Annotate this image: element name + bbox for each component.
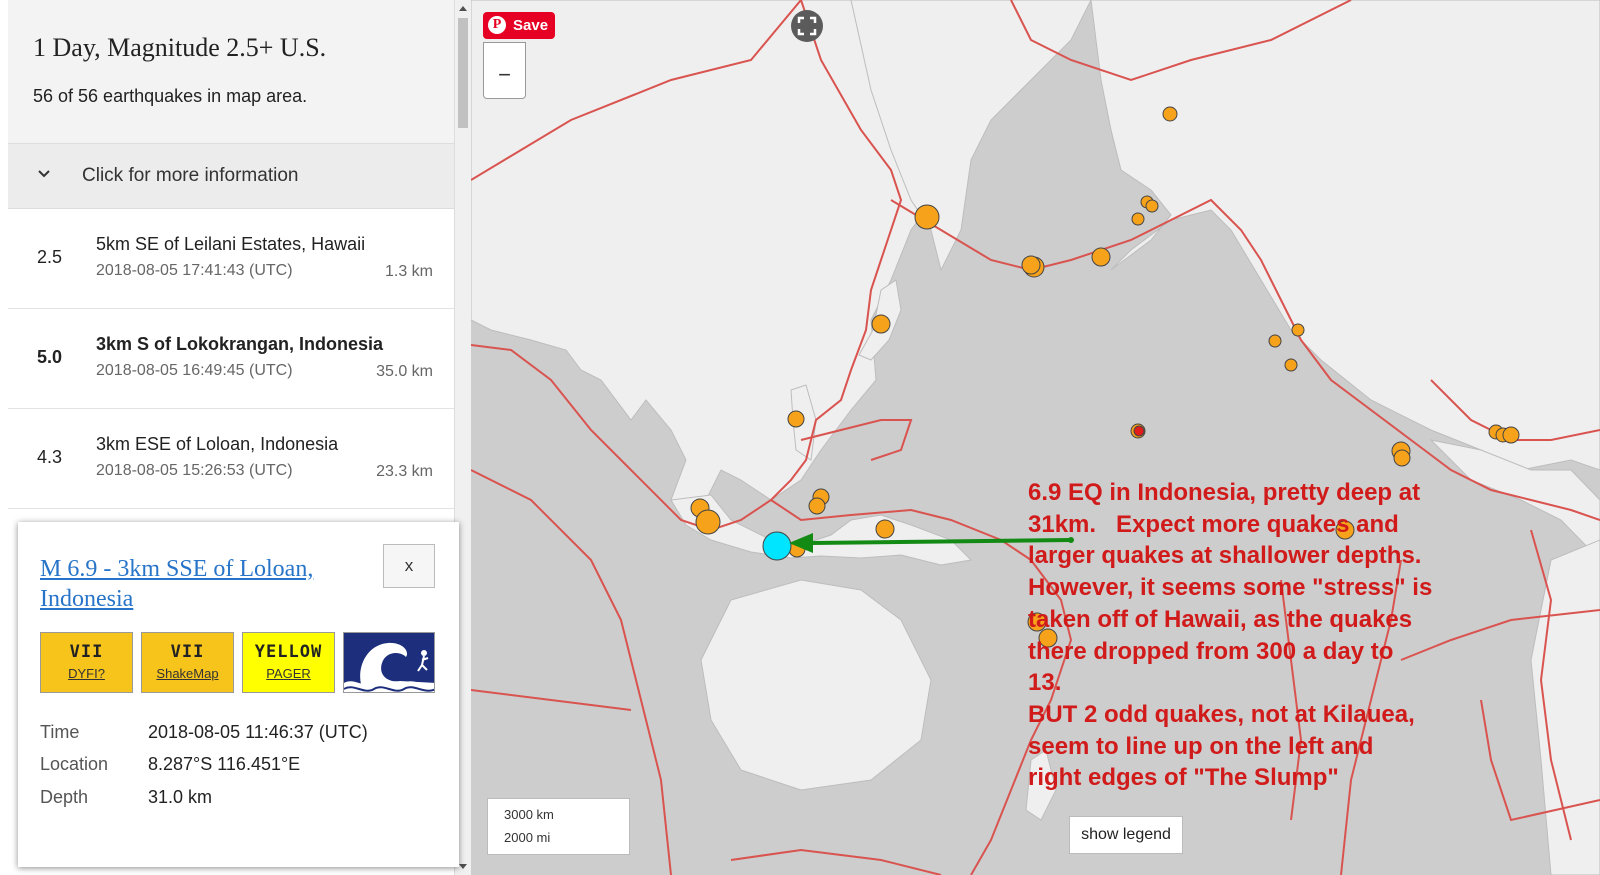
time-label: Time (40, 722, 80, 742)
zoom-out-button[interactable]: − (484, 55, 525, 95)
time-value: 2018-08-05 11:46:37 (UTC) (148, 722, 368, 742)
pinterest-save-button[interactable]: P Save (483, 12, 555, 39)
dyfi-badge[interactable]: VII DYFI? (40, 632, 133, 693)
magnitude: 4.3 (37, 447, 63, 467)
location-value: 8.287°S 116.451°E (148, 754, 301, 774)
dyfi-intensity: VII (69, 642, 104, 662)
shakemap-label: ShakeMap (156, 666, 219, 681)
pager-label: PAGER (266, 666, 311, 681)
location-name: 5km SE of Leilani Estates, Hawaii (96, 234, 366, 254)
pager-badge[interactable]: YELLOW PAGER (242, 632, 335, 693)
earthquake-count: 56 of 56 earthquakes in map area. (33, 86, 308, 106)
popup-close-button[interactable]: x (383, 544, 435, 588)
dyfi-label: DYFI? (68, 666, 105, 681)
quake-marker (1131, 212, 1145, 226)
more-info-toggle[interactable]: Click for more information (8, 143, 454, 209)
quake-marker (1502, 426, 1520, 444)
quake-marker (914, 204, 940, 230)
magnitude: 5.0 (37, 347, 63, 367)
event-time: 2018-08-05 17:41:43 (UTC) (96, 262, 293, 279)
event-depth: 35.0 km (376, 363, 433, 380)
tsunami-wave-icon (344, 633, 434, 692)
quake-marker (871, 314, 891, 334)
more-info-label: Click for more information (82, 165, 299, 186)
fullscreen-button[interactable] (791, 10, 823, 42)
popup-title-link[interactable]: M 6.9 - 3km SSE of Loloan, Indonesia (40, 554, 370, 614)
event-depth: 1.3 km (384, 263, 433, 280)
quake-marker (1091, 247, 1111, 267)
list-header: 1 Day, Magnitude 2.5+ U.S. 56 of 56 eart… (8, 0, 454, 143)
quake-marker (1162, 106, 1178, 122)
quake-marker (787, 410, 805, 428)
show-legend-button[interactable]: show legend (1069, 816, 1183, 854)
location-name: 3km ESE of Loloan, Indonesia (96, 434, 339, 454)
shakemap-intensity: VII (170, 642, 205, 662)
earthquake-list-item[interactable]: 5.0 3km S of Lokokrangan, Indonesia 2018… (8, 309, 454, 409)
map-annotation-text: 6.9 EQ in Indonesia, pretty deep at 31km… (1028, 479, 1433, 792)
pager-alert-level: YELLOW (254, 642, 323, 662)
fullscreen-icon (797, 16, 817, 36)
location-label: Location (40, 754, 109, 774)
scroll-up-arrow-icon[interactable] (455, 0, 471, 17)
quake-marker (1021, 255, 1041, 275)
zoom-control: − (483, 42, 526, 99)
quake-marker (808, 497, 826, 515)
chevron-down-icon (38, 170, 50, 178)
event-time: 2018-08-05 15:26:53 (UTC) (96, 462, 293, 479)
selected-quake-marker (762, 531, 792, 561)
earthquake-popup: M 6.9 - 3km SSE of Loloan, Indonesia x V… (18, 522, 459, 867)
tsunami-badge[interactable] (343, 632, 435, 693)
scroll-thumb[interactable] (458, 18, 468, 128)
event-depth: 23.3 km (376, 463, 433, 480)
event-time: 2018-08-05 16:49:45 (UTC) (96, 362, 293, 379)
feed-title: 1 Day, Magnitude 2.5+ U.S. (33, 33, 327, 62)
quake-marker (1268, 334, 1282, 348)
depth-value: 31.0 km (148, 787, 213, 807)
quake-marker (1145, 199, 1159, 213)
quake-marker (1133, 425, 1145, 437)
map-scale: 3000 km 2000 mi (487, 798, 630, 855)
location-name: 3km S of Lokokrangan, Indonesia (96, 334, 384, 354)
quake-marker (875, 519, 895, 539)
quake-marker (1284, 358, 1298, 372)
scale-km-label: 3000 km (504, 807, 554, 822)
quake-marker (1393, 449, 1411, 467)
map-view[interactable]: P Save − 3000 km 2000 mi show legend 6.9… (471, 0, 1600, 875)
pinterest-save-label: Save (513, 17, 549, 34)
depth-label: Depth (40, 787, 89, 807)
pinterest-icon: P (488, 16, 506, 34)
earthquake-list-item[interactable]: 4.3 3km ESE of Loloan, Indonesia 2018-08… (8, 409, 454, 509)
scale-mi-label: 2000 mi (504, 830, 551, 845)
shakemap-badge[interactable]: VII ShakeMap (141, 632, 234, 693)
earthquake-list-item[interactable]: 2.5 5km SE of Leilani Estates, Hawaii 20… (8, 209, 454, 309)
quake-marker (695, 509, 721, 535)
magnitude: 2.5 (37, 247, 63, 267)
quake-marker (1291, 323, 1305, 337)
